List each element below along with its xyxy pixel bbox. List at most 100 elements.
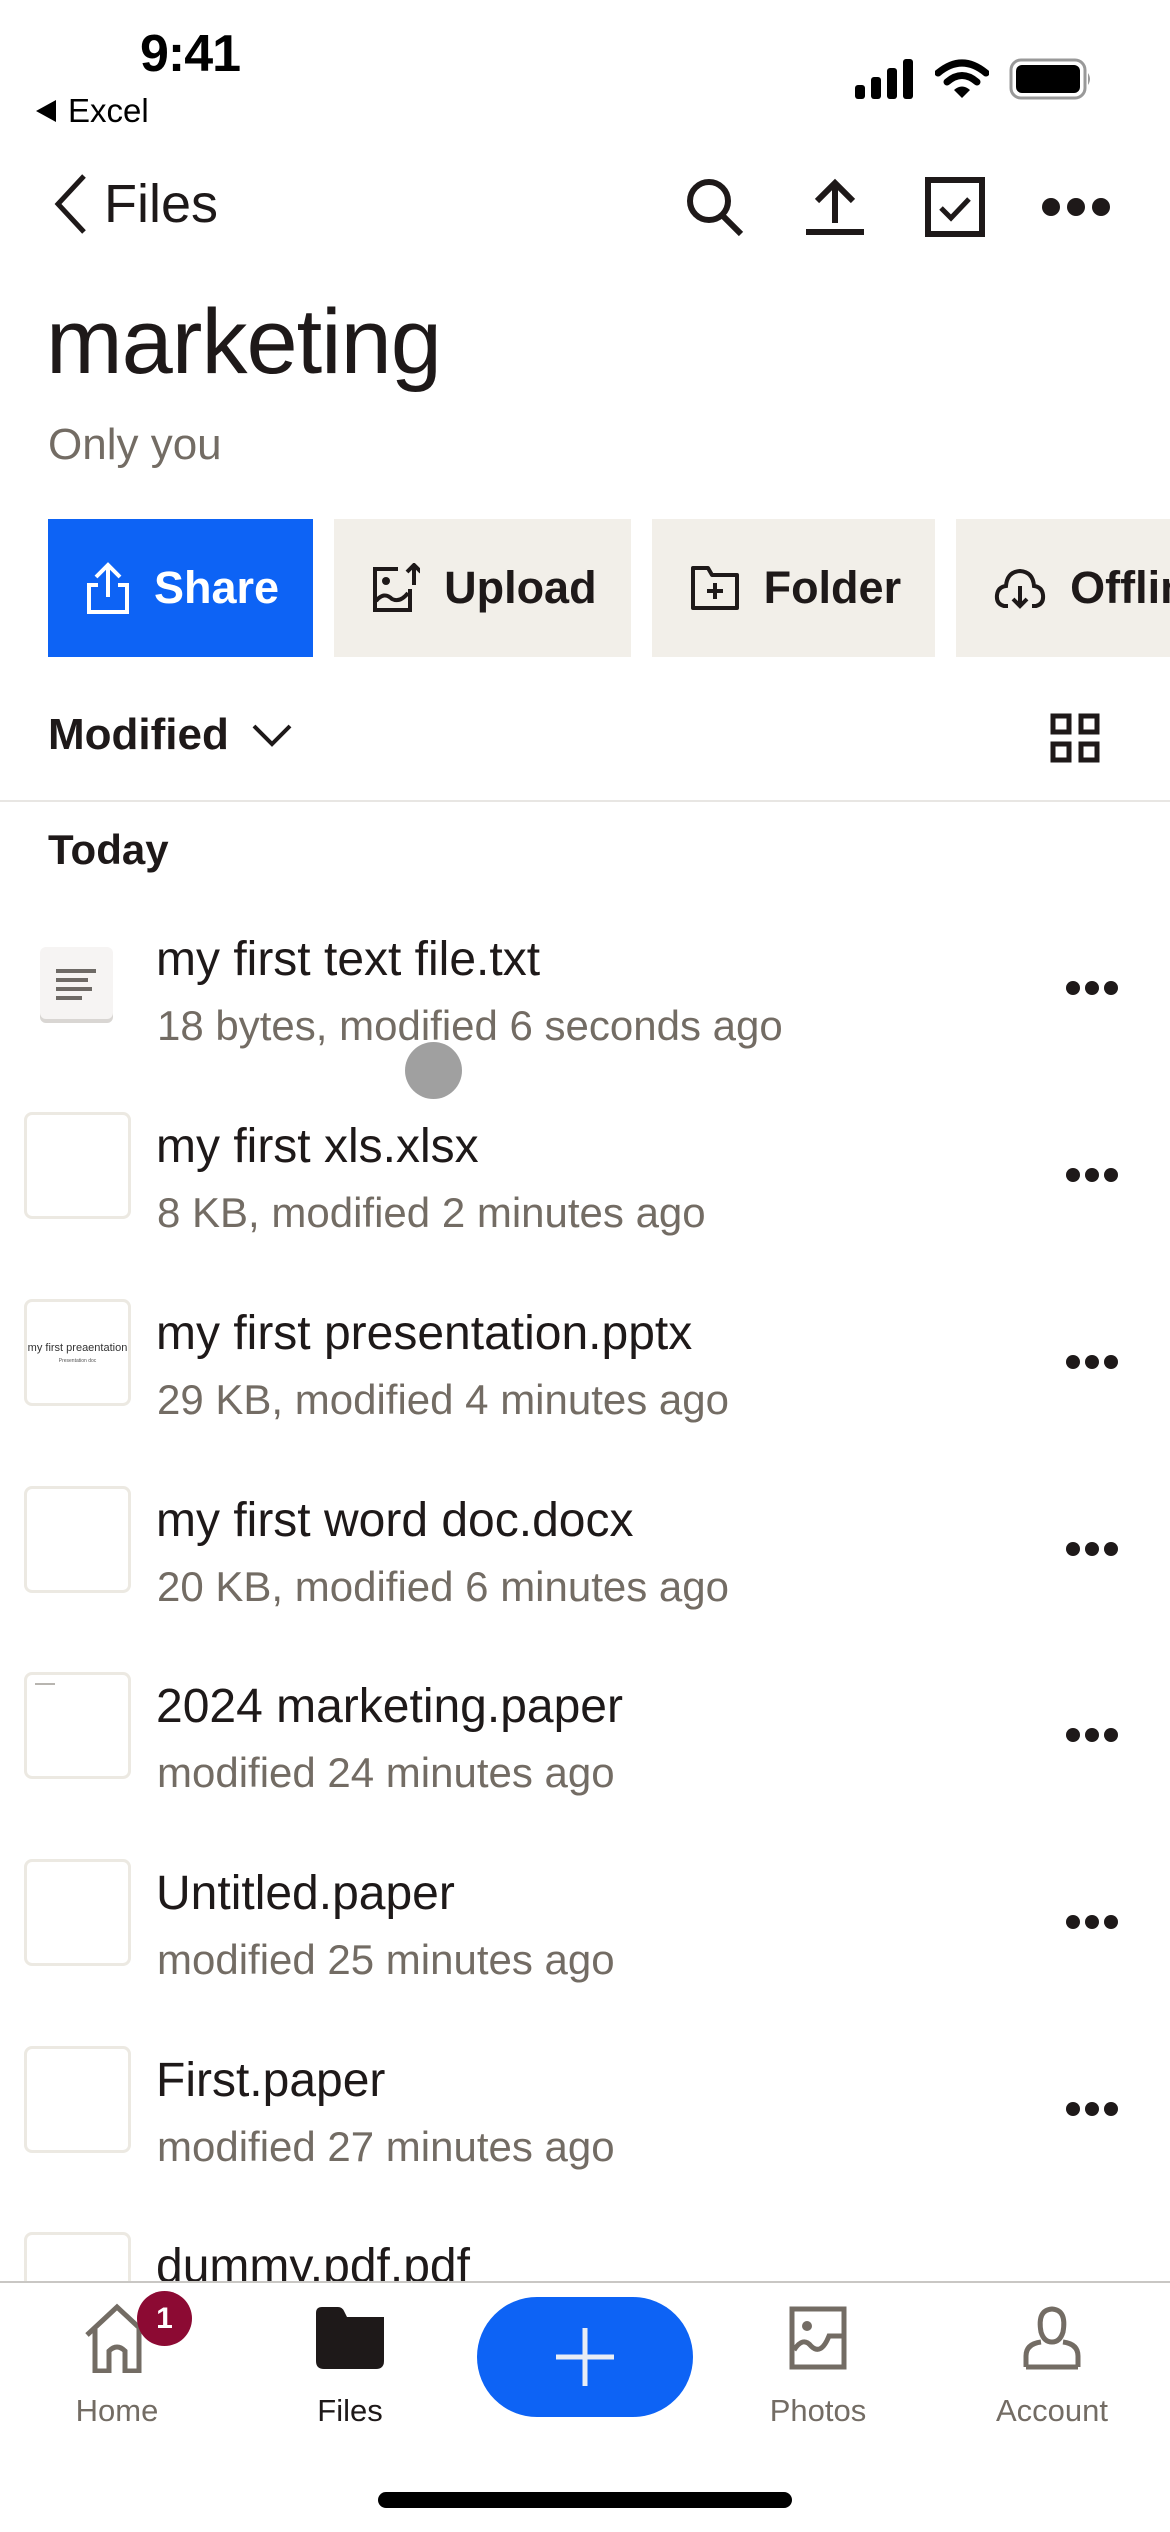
more-options-button[interactable] — [1038, 172, 1114, 242]
battery-icon — [1009, 58, 1090, 100]
file-name: my first word doc.docx — [156, 1494, 634, 1547]
status-icons — [855, 58, 1093, 100]
folder-sharing-status: Only you — [48, 420, 222, 469]
dot-icon — [1104, 1168, 1118, 1182]
more-horizontal-icon — [1042, 198, 1110, 216]
file-name: First.paper — [156, 2054, 386, 2107]
plus-icon — [556, 2328, 614, 2386]
file-meta: 20 KB, modified 6 minutes ago — [157, 1563, 730, 1610]
sort-dropdown[interactable]: Modified — [48, 710, 293, 760]
file-row[interactable]: Untitled.paper modified 25 minutes ago — [0, 1834, 1170, 2021]
file-more-button[interactable] — [1060, 968, 1124, 1008]
new-folder-button[interactable]: Folder — [651, 519, 936, 657]
file-more-button[interactable] — [1060, 1902, 1124, 1942]
cloud-download-icon — [994, 568, 1046, 609]
dot-icon — [1085, 1542, 1099, 1556]
folder-icon-wrap — [315, 2303, 385, 2373]
search-button[interactable] — [680, 172, 750, 242]
back-label: Files — [104, 174, 219, 234]
dot-icon — [1104, 1915, 1118, 1929]
back-to-files-button[interactable]: Files — [52, 172, 218, 236]
dot-icon — [1104, 1728, 1118, 1742]
back-triangle-icon — [36, 100, 56, 122]
chevron-left-icon — [54, 174, 86, 234]
account-icon — [1023, 2306, 1081, 2370]
file-meta: modified 24 minutes ago — [157, 1749, 615, 1796]
folder-actions: Share Upload Folder Offline — [48, 519, 1170, 657]
file-name: my first xls.xlsx — [156, 1120, 479, 1173]
file-name: Untitled.paper — [156, 1867, 455, 1920]
tab-label: Photos — [769, 2393, 867, 2428]
folder-label: Folder — [763, 562, 902, 613]
dot-icon — [1104, 2102, 1118, 2116]
file-thumbnail — [24, 1859, 131, 1966]
presentation-thumbnail: my first preaentation Presentation doc — [24, 1299, 131, 1406]
search-icon — [687, 179, 744, 237]
tab-account[interactable]: Account — [952, 2303, 1152, 2429]
account-icon-wrap — [1017, 2303, 1087, 2373]
status-time: 9:41 — [140, 25, 241, 83]
file-name: my first text file.txt — [156, 933, 541, 986]
dot-icon — [1066, 2102, 1080, 2116]
tab-label: Home — [75, 2393, 159, 2428]
file-meta: 29 KB, modified 4 minutes ago — [157, 1376, 730, 1423]
dot-icon — [1085, 981, 1099, 995]
cellular-signal-icon — [855, 59, 913, 99]
file-more-button[interactable] — [1060, 1342, 1124, 1382]
file-thumbnail — [24, 1486, 131, 1593]
file-row[interactable]: First.paper modified 27 minutes ago — [0, 2021, 1170, 2208]
dot-icon — [1066, 1542, 1080, 1556]
dot-icon — [1066, 981, 1080, 995]
paper-thumbnail — [24, 1672, 131, 1779]
tab-files[interactable]: Files — [250, 2303, 450, 2429]
dot-icon — [1104, 1355, 1118, 1369]
upload-button[interactable] — [800, 172, 870, 242]
dot-icon — [1066, 1168, 1080, 1182]
back-to-app-link[interactable]: Excel — [36, 92, 149, 130]
file-row[interactable]: my first text file.txt 18 bytes, modifie… — [0, 900, 1170, 1087]
divider — [0, 800, 1170, 802]
file-name: my first presentation.pptx — [156, 1307, 693, 1360]
select-button[interactable] — [920, 172, 990, 242]
dot-icon — [1066, 1915, 1080, 1929]
file-thumbnail — [24, 2046, 131, 2153]
checkbox-icon — [925, 177, 985, 237]
file-row[interactable]: 2024 marketing.paper modified 24 minutes… — [0, 1647, 1170, 1834]
tab-photos[interactable]: Photos — [718, 2303, 918, 2429]
view-toggle-button[interactable] — [1050, 713, 1100, 763]
folder-title: marketing — [46, 291, 442, 393]
photo-icon-wrap — [783, 2303, 853, 2373]
offline-button[interactable]: Offline — [956, 519, 1170, 657]
file-thumbnail — [24, 1112, 131, 1219]
grid-view-icon — [1050, 713, 1100, 763]
file-more-button[interactable] — [1060, 2089, 1124, 2129]
nav-actions — [680, 172, 1120, 242]
file-more-button[interactable] — [1060, 1529, 1124, 1569]
share-label: Share — [154, 562, 280, 613]
file-row[interactable]: my first preaentation Presentation doc m… — [0, 1274, 1170, 1461]
file-more-button[interactable] — [1060, 1715, 1124, 1755]
touch-indicator — [405, 1042, 462, 1099]
home-icon-wrap: 1 — [82, 2291, 192, 2373]
file-meta: modified 27 minutes ago — [157, 2123, 615, 2170]
dot-icon — [1066, 1355, 1080, 1369]
sort-label: Modified — [48, 710, 229, 759]
home-indicator — [378, 2492, 792, 2508]
tab-label: Account — [995, 2393, 1108, 2428]
file-row[interactable]: my first word doc.docx 20 KB, modified 6… — [0, 1461, 1170, 1648]
chevron-down-icon — [252, 724, 292, 747]
share-button[interactable]: Share — [48, 519, 314, 657]
dot-icon — [1085, 1168, 1099, 1182]
file-row[interactable]: my first xls.xlsx 8 KB, modified 2 minut… — [0, 1087, 1170, 1274]
upload-label: Upload — [444, 562, 597, 613]
tab-home[interactable]: 1 Home — [17, 2291, 217, 2429]
upload-icon — [806, 178, 864, 235]
upload-action-button[interactable]: Upload — [334, 519, 631, 657]
share-icon — [87, 562, 129, 614]
dot-icon — [1066, 1728, 1080, 1742]
upload-photo-icon — [373, 563, 421, 612]
section-header-today: Today — [48, 826, 169, 873]
file-more-button[interactable] — [1060, 1155, 1124, 1195]
create-button[interactable] — [477, 2297, 693, 2417]
file-meta: 18 bytes, modified 6 seconds ago — [157, 1002, 783, 1049]
